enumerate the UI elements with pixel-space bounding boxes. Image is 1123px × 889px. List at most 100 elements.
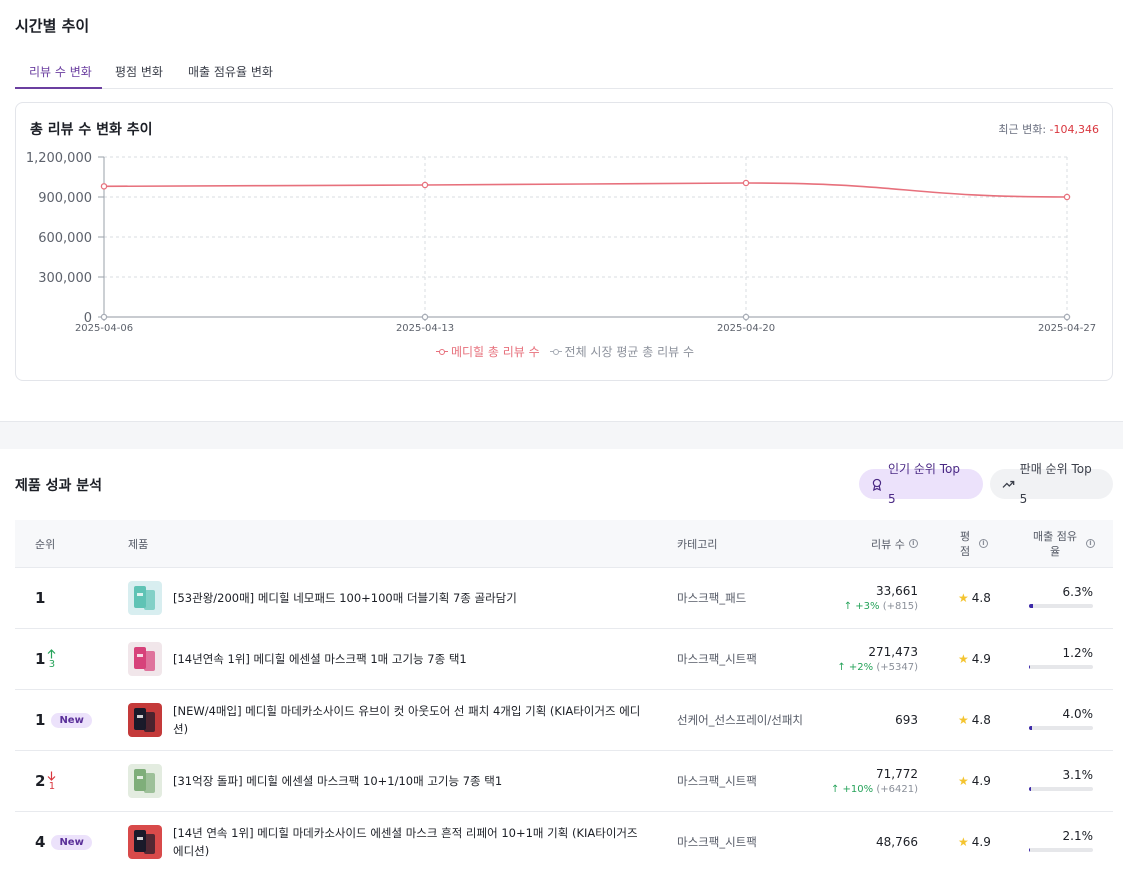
product-name[interactable]: [NEW/4매입] 메디힐 마데카소사이드 유브이 컷 아웃도어 선 패치 4개…	[173, 690, 643, 750]
sales-share-bar	[1029, 604, 1093, 608]
product-category: 선케어_선스프레이/선패치	[677, 713, 804, 727]
review-change: ↑ +3% (+815)	[844, 601, 918, 612]
sales-share-cell: 2.1%	[1029, 829, 1093, 852]
sales-share-bar	[1029, 787, 1093, 791]
rank-cell: 1 New	[35, 690, 92, 750]
sales-share-cell: 6.3%	[1029, 585, 1093, 608]
product-name[interactable]: [14년 연속 1위] 메디힐 마데카소사이드 에센셜 마스크 흔적 리페어 1…	[173, 812, 643, 872]
col-rank: 순위	[35, 537, 56, 551]
rank-number: 2	[35, 772, 46, 790]
review-count: 33,661	[876, 584, 918, 598]
review-change-abs: (+5347)	[876, 662, 918, 673]
col-rating-label: 평점	[959, 529, 971, 558]
products-section-title: 제품 성과 분석	[15, 478, 103, 494]
rank-number: 1	[35, 589, 46, 607]
tab-rating[interactable]: 평점 변화	[115, 56, 163, 88]
award-icon	[872, 478, 882, 491]
section-divider	[0, 421, 1123, 449]
rating-value: 4.9	[971, 652, 991, 666]
review-change-pct: ↑ +10%	[831, 784, 874, 795]
product-name[interactable]: [31억장 돌파] 메디힐 에센셜 마스크팩 10+1/10매 고기능 7종 택…	[173, 751, 643, 811]
table-row[interactable]: 4 New [14년 연속 1위] 메디힐 마데카소사이드 에센셜 마스크 흔적 리…	[15, 811, 1113, 872]
data-point-medihill	[100, 183, 108, 190]
table-row[interactable]: 1 [53관왕/200매] 메디힐 네모패드 100+100매 더블기획 7종 골…	[15, 567, 1113, 628]
y-tick-label: 900,000	[38, 191, 92, 206]
review-count: 271,473	[868, 645, 918, 659]
tab-sales-share[interactable]: 매출 점유율 변화	[188, 56, 273, 88]
legend-item-market[interactable]: 전체 시장 평균 총 리뷰 수	[549, 343, 694, 360]
new-badge: New	[51, 712, 92, 728]
data-point-medihill	[421, 181, 429, 189]
product-thumbnail[interactable]	[128, 825, 162, 859]
sales-share-value: 1.2%	[1062, 646, 1094, 660]
rank-cell: 21	[35, 751, 56, 811]
review-trend-card: 총 리뷰 수 변화 추이 최근 변화: -104,346 0 300,000 600…	[15, 102, 1113, 381]
product-thumbnail[interactable]	[128, 703, 162, 737]
tab-review-count[interactable]: 리뷰 수 변화	[15, 56, 102, 89]
popular-top5-label: 인기 순위 Top 5	[887, 462, 960, 506]
rating-cell: ★ 4.9	[958, 812, 991, 872]
product-thumbnail[interactable]	[128, 764, 162, 798]
table-row[interactable]: 2 1 [31억장 돌파] 메디힐 에센셜 마스크팩 10+1/10매 고기능 7종…	[15, 750, 1113, 811]
y-tick-label: 1,200,000	[26, 151, 92, 166]
info-icon[interactable]: i	[908, 539, 918, 548]
chart-legend: 메디힐 총 리뷰 수 전체 시장 평균 총 리뷰 수	[16, 343, 1114, 360]
table-row[interactable]: 1 New [NEW/4매입] 메디힐 마데카소사이드 유브이 컷 아웃도어 선 패…	[15, 689, 1113, 750]
col-reviews: 리뷰 수i	[871, 520, 918, 567]
rank-number: 1	[35, 711, 46, 729]
col-reviews-label: 리뷰 수	[871, 537, 905, 551]
product-category: 마스크팩_시트팩	[677, 652, 757, 666]
sales-share-value: 6.3%	[1062, 585, 1094, 599]
sales-share-bar-fill	[1029, 726, 1032, 730]
legend-item-medihill[interactable]: 메디힐 총 리뷰 수	[435, 343, 540, 360]
product-thumbnail[interactable]	[128, 642, 162, 676]
legend-line-marker-icon	[435, 348, 448, 356]
rank-cell: 1	[35, 568, 45, 628]
rank-down-arrow-icon	[48, 771, 56, 781]
product-name[interactable]: [53관왕/200매] 메디힐 네모패드 100+100매 더블기획 7종 골라…	[173, 568, 643, 628]
x-tick-label: 2025-04-27	[1038, 323, 1096, 334]
rating-value: 4.9	[971, 774, 991, 788]
x-tick-label: 2025-04-20	[717, 323, 775, 334]
review-change: ↑ +2% (+5347)	[837, 662, 918, 673]
rating-cell: ★ 4.8	[958, 568, 991, 628]
legend-label-medihill: 메디힐 총 리뷰 수	[450, 345, 540, 359]
rating-value: 4.8	[971, 713, 991, 727]
review-count-cell: 271,473 ↑ +2% (+5347)	[837, 629, 918, 689]
data-point-market	[1063, 313, 1071, 321]
rank-number: 4	[35, 833, 46, 851]
table-row[interactable]: 1 3 [14년연속 1위] 메디힐 에센셜 마스크팩 1매 고기능 7종 택1 마스…	[15, 628, 1113, 689]
product-category: 마스크팩_패드	[677, 591, 747, 605]
info-icon[interactable]: i	[979, 539, 988, 548]
product-name[interactable]: [14년연속 1위] 메디힐 에센셜 마스크팩 1매 고기능 7종 택1	[173, 629, 643, 689]
info-icon[interactable]: i	[1086, 539, 1095, 548]
col-share: 매출 점유율 i	[1032, 520, 1095, 567]
data-point-market	[100, 313, 108, 321]
review-count-cell: 71,772 ↑ +10% (+6421)	[831, 751, 918, 811]
col-product: 제품	[128, 537, 149, 551]
legend-line-marker-icon	[549, 348, 562, 356]
product-category: 마스크팩_시트팩	[677, 835, 757, 849]
sales-share-bar-fill	[1029, 848, 1031, 852]
popular-top5-toggle[interactable]: 인기 순위 Top 5	[859, 462, 983, 506]
rating-cell: ★ 4.9	[958, 751, 991, 811]
data-point-market	[421, 313, 429, 321]
x-tick-label: 2025-04-06	[75, 323, 133, 334]
sales-share-value: 3.1%	[1062, 768, 1094, 782]
trending-up-icon	[1002, 480, 1015, 488]
rank-movement: 3	[47, 648, 56, 670]
review-change: ↑ +10% (+6421)	[831, 784, 918, 795]
series-line-medihill	[103, 182, 1068, 198]
star-icon: ★	[958, 713, 969, 727]
rank-up-arrow-icon	[48, 648, 56, 658]
review-change-pct: ↑ +3%	[843, 601, 880, 612]
rating-cell: ★ 4.9	[958, 629, 991, 689]
sales-share-cell: 1.2%	[1029, 646, 1093, 669]
sales-top5-toggle[interactable]: 판매 순위 Top 5	[990, 462, 1113, 506]
sales-share-bar	[1029, 665, 1093, 669]
sales-share-bar-fill	[1029, 665, 1030, 669]
product-thumbnail[interactable]	[128, 581, 162, 615]
sales-share-bar	[1029, 726, 1093, 730]
sales-share-cell: 4.0%	[1029, 707, 1093, 730]
star-icon: ★	[958, 591, 969, 605]
